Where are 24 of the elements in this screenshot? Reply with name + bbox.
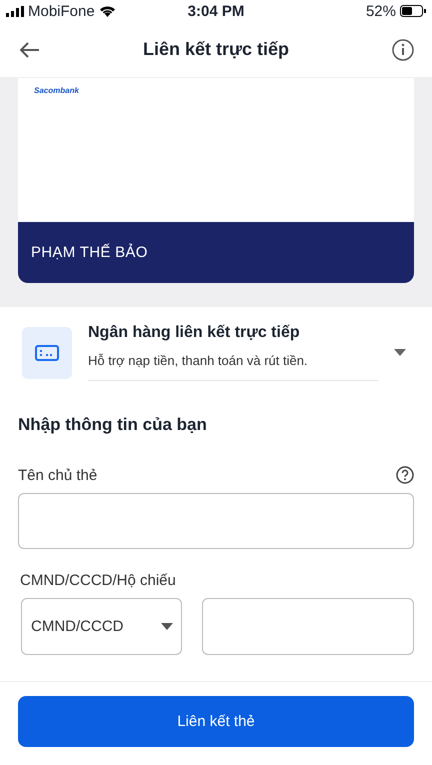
dropdown-caret-icon xyxy=(161,623,173,630)
card-icon xyxy=(35,344,59,360)
cardholder-name-input[interactable] xyxy=(18,493,414,549)
section-title: Nhập thông tin của bạn xyxy=(18,415,208,435)
method-description: Hỗ trợ nạp tiền, thanh toán và rút tiền. xyxy=(88,353,309,368)
dropdown-caret-icon[interactable] xyxy=(394,349,406,356)
page-title: Liên kết trực tiếp xyxy=(142,39,290,60)
info-icon[interactable] xyxy=(392,38,414,60)
id-number-input[interactable] xyxy=(202,598,414,655)
id-type-select[interactable]: CMND/CCCD xyxy=(21,598,182,655)
clock-time: 3:04 PM xyxy=(188,2,244,20)
battery-icon xyxy=(400,5,426,17)
method-title: Ngân hàng liên kết trực tiếp xyxy=(88,324,301,342)
card-holder-name: PHẠM THẾ BẢO xyxy=(31,244,148,261)
link-card-button[interactable]: Liên kết thẻ xyxy=(18,696,414,747)
signal-icon xyxy=(6,6,24,16)
bank-logo: Sacombank xyxy=(33,85,80,97)
carrier-name: MobiFone xyxy=(28,2,95,20)
wifi-icon xyxy=(98,5,116,17)
battery-percent: 52% xyxy=(366,2,396,20)
back-arrow-icon[interactable] xyxy=(20,42,40,58)
help-icon[interactable] xyxy=(396,466,414,484)
field-label: Tên chủ thẻ xyxy=(18,466,98,484)
field-label: CMND/CCCD/Hộ chiếu xyxy=(20,572,176,588)
